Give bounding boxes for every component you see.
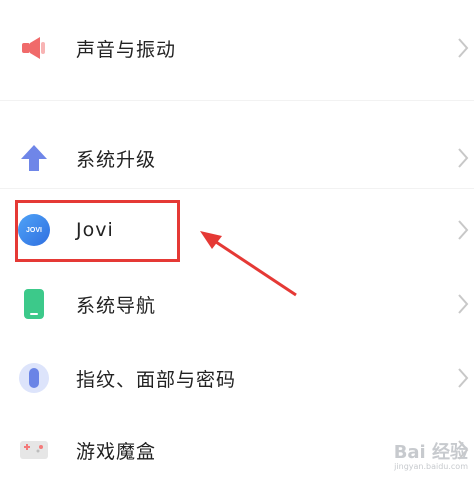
watermark-url: jingyan.baidu.com xyxy=(394,462,468,472)
watermark: Bai 经验 jingyan.baidu.com xyxy=(394,443,468,472)
annotation-arrow xyxy=(200,231,297,297)
watermark-brand: Bai 经验 xyxy=(393,442,468,464)
